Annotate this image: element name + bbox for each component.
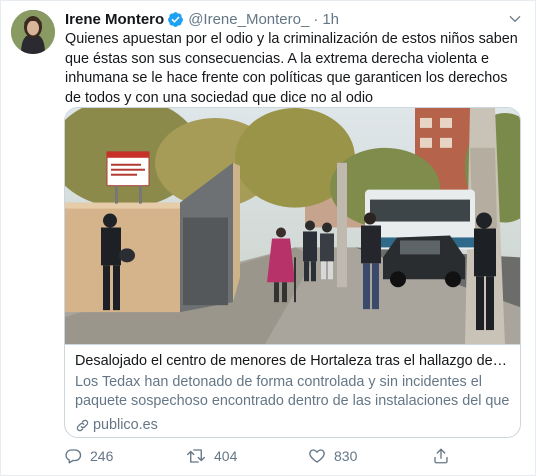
like-button[interactable]: 830	[308, 447, 357, 465]
retweet-icon	[187, 449, 205, 463]
retweet-count: 404	[214, 448, 238, 464]
link-icon	[76, 419, 89, 431]
separator: ·	[313, 10, 319, 28]
reply-button[interactable]: 246	[64, 447, 113, 465]
card-title[interactable]: Desalojado el centro de menores de Horta…	[75, 351, 510, 371]
card-image[interactable]	[65, 108, 520, 345]
reply-count: 246	[90, 448, 114, 464]
card-description: Los Tedax han detonado de forma controla…	[75, 374, 510, 409]
card-domain-text: publico.es	[93, 417, 158, 433]
verified-badge-icon	[168, 11, 184, 27]
reply-icon	[65, 449, 82, 464]
timestamp[interactable]: 1h	[322, 11, 339, 28]
share-button[interactable]	[432, 447, 450, 465]
heart-icon	[309, 449, 325, 463]
retweet-button[interactable]: 404	[186, 447, 237, 465]
chevron-down-icon[interactable]	[505, 9, 525, 29]
tweet[interactable]: Irene Montero @Irene_Montero_ · 1h Quien…	[0, 0, 536, 476]
card-domain[interactable]: publico.es	[75, 416, 510, 434]
display-name[interactable]: Irene Montero	[65, 11, 164, 28]
avatar[interactable]	[11, 10, 55, 54]
like-count: 830	[334, 448, 358, 464]
card-body[interactable]: Desalojado el centro de menores de Horta…	[65, 345, 520, 437]
tweet-actions: 246 404 830	[64, 444, 504, 468]
share-icon	[434, 448, 448, 464]
handle[interactable]: @Irene_Montero_	[188, 11, 309, 28]
link-card[interactable]: Desalojado el centro de menores de Horta…	[64, 107, 521, 438]
tweet-header: Irene Montero @Irene_Montero_ · 1h	[65, 9, 525, 29]
tweet-text: Quienes apuestan por el odio y la crimin…	[65, 31, 518, 106]
